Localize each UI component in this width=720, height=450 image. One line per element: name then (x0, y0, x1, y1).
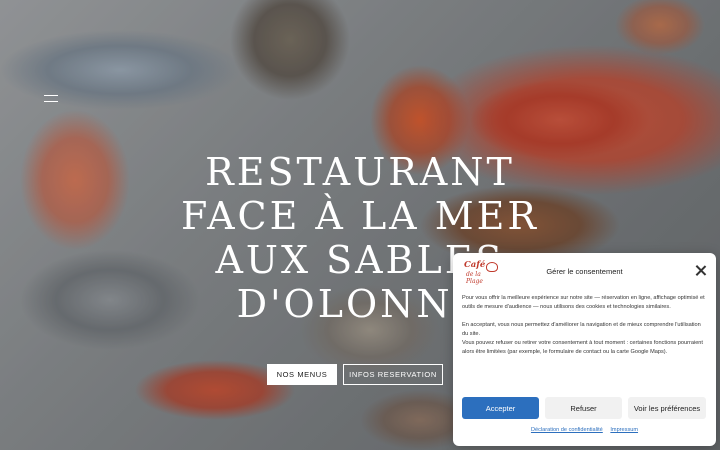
consent-links: Déclaration de confidentialité Impressum (453, 427, 716, 433)
consent-dialog: Café de la Plage Gérer le consentement P… (453, 253, 716, 446)
consent-heading: Gérer le consentement (546, 267, 623, 276)
menus-button[interactable]: NOS MENUS (267, 364, 337, 385)
consent-paragraph-3: Vous pouvez refuser ou retirer votre con… (462, 340, 703, 355)
preferences-button[interactable]: Voir les préférences (628, 397, 706, 419)
close-icon[interactable] (695, 265, 706, 276)
consent-body: Pour vous offrir la meilleure expérience… (462, 294, 708, 366)
accept-button[interactable]: Accepter (462, 397, 539, 419)
privacy-statement-link[interactable]: Déclaration de confidentialité (531, 427, 603, 433)
hero-title-line-2: FACE À LA MER (181, 194, 539, 238)
refuse-button[interactable]: Refuser (545, 397, 622, 419)
reservation-info-button[interactable]: INFOS RESERVATION (343, 364, 443, 385)
menu-icon[interactable] (44, 94, 60, 104)
hero-title-line-1: RESTAURANT (205, 150, 515, 194)
consent-paragraph-2: En acceptant, vous nous permettez d'amél… (462, 322, 701, 337)
imprint-link[interactable]: Impressum (610, 427, 638, 433)
consent-paragraph-1: Pour vous offrir la meilleure expérience… (462, 295, 705, 310)
